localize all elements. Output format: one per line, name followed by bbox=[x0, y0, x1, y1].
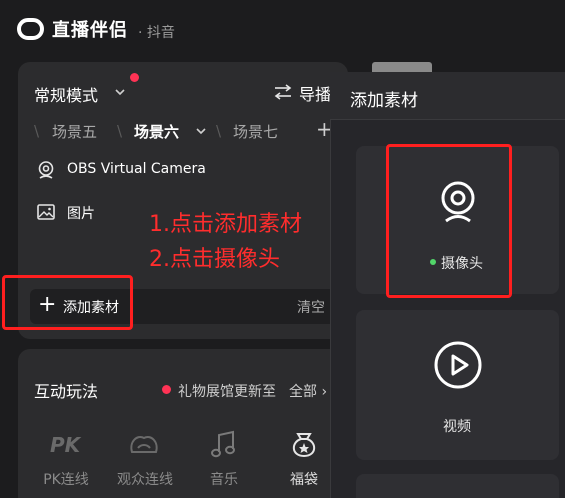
scene-divider: \ bbox=[117, 122, 123, 140]
view-all-link[interactable]: 全部 › bbox=[289, 381, 327, 401]
annotation-step-1: 1.点击添加素材 bbox=[149, 212, 302, 237]
mode-selector[interactable]: 常规模式 bbox=[34, 82, 98, 106]
source-item-obs-camera[interactable]: OBS Virtual Camera bbox=[67, 161, 206, 177]
clear-sources-button[interactable]: 清空 bbox=[297, 297, 325, 317]
tool-label-lucky-bag[interactable]: 福袋 bbox=[280, 469, 328, 489]
annotation-step-2: 2.点击摄像头 bbox=[149, 247, 280, 272]
play-icon[interactable] bbox=[433, 340, 483, 390]
preview-edge bbox=[372, 62, 432, 72]
music-icon[interactable] bbox=[207, 428, 241, 462]
app-logo-icon bbox=[17, 18, 44, 40]
lucky-bag-icon[interactable] bbox=[287, 428, 321, 462]
highlight-box bbox=[386, 144, 512, 298]
source-item-image[interactable]: 图片 bbox=[67, 203, 95, 223]
video-card-label[interactable]: 视频 bbox=[443, 416, 471, 436]
dialog-title: 添加素材 bbox=[350, 91, 418, 111]
platform-label: · 抖音 bbox=[138, 25, 175, 41]
tab-scene-5[interactable]: 场景五 bbox=[52, 121, 97, 142]
svg-text:PK: PK bbox=[50, 433, 82, 457]
notification-dot bbox=[162, 385, 171, 394]
tool-label-audience[interactable]: 观众连线 bbox=[112, 469, 178, 489]
tab-scene-7[interactable]: 场景七 bbox=[233, 121, 278, 142]
scene-divider: \ bbox=[216, 122, 222, 140]
tab-scene-6[interactable]: 场景六 bbox=[134, 121, 179, 142]
pk-icon[interactable]: PK bbox=[48, 428, 82, 462]
swap-icon[interactable] bbox=[273, 84, 293, 100]
tool-label-music[interactable]: 音乐 bbox=[200, 469, 248, 489]
director-mode-button[interactable]: 导播 bbox=[299, 81, 331, 105]
update-notice[interactable]: 礼物展馆更新至 bbox=[178, 381, 276, 401]
image-icon bbox=[37, 204, 55, 220]
highlight-box bbox=[2, 275, 133, 330]
next-source-card[interactable] bbox=[356, 474, 559, 498]
chevron-down-icon[interactable] bbox=[195, 125, 207, 137]
tool-label-pk[interactable]: PK连线 bbox=[36, 469, 96, 489]
webcam-icon bbox=[38, 161, 54, 179]
interactive-title: 互动玩法 bbox=[34, 382, 99, 401]
notification-dot bbox=[130, 73, 139, 82]
chevron-down-icon[interactable] bbox=[114, 86, 126, 98]
audience-link-icon[interactable] bbox=[127, 428, 161, 462]
app-title: 直播伴侣 bbox=[52, 20, 128, 41]
scene-divider: \ bbox=[34, 122, 40, 140]
